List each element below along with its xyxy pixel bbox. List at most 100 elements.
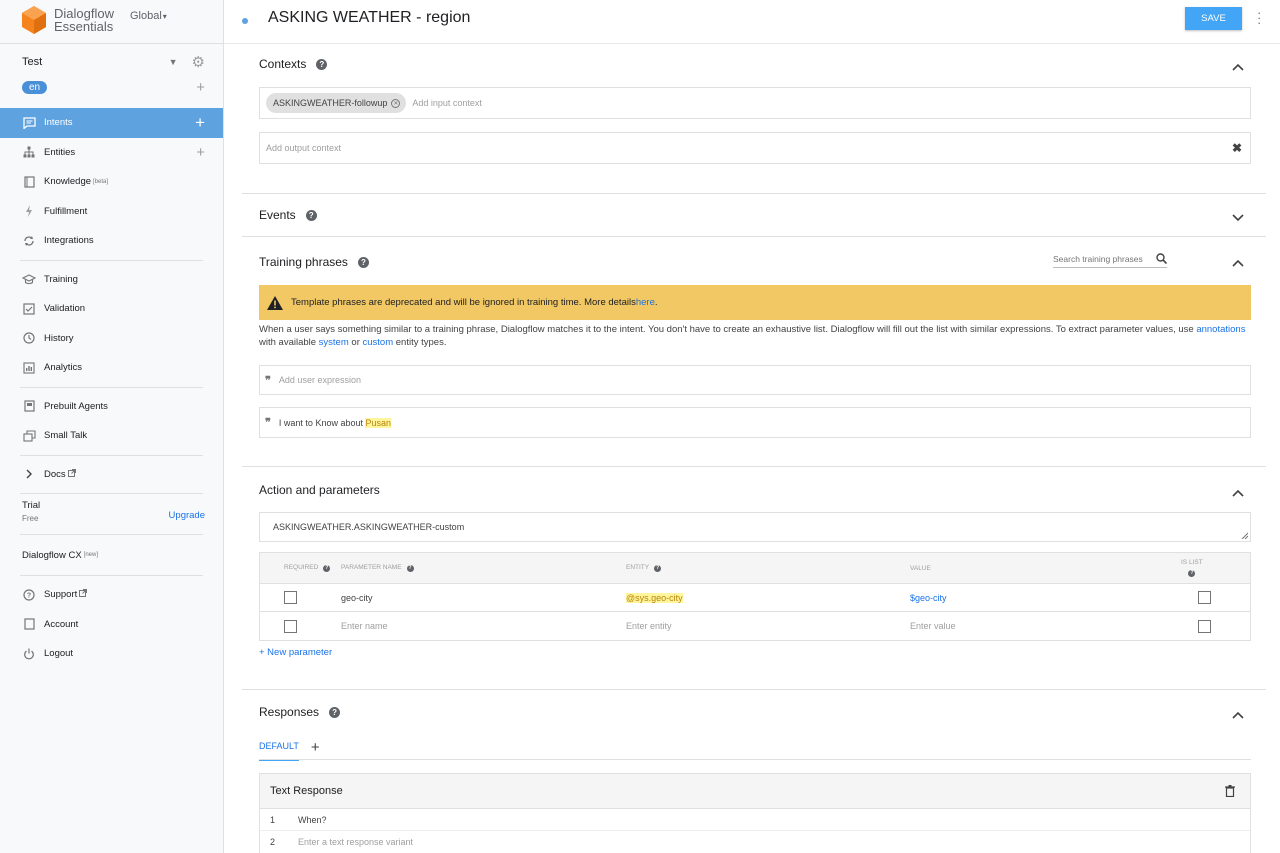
sync-icon xyxy=(22,234,36,248)
help-icon[interactable]: ? xyxy=(323,564,331,572)
sidebar-item-fulfillment[interactable]: Fulfillment xyxy=(0,197,223,227)
clear-icon[interactable]: ✖ xyxy=(1232,141,1242,155)
sidebar-item-support[interactable]: ? Support xyxy=(0,580,223,610)
sidebar-item-training[interactable]: Training xyxy=(0,265,223,295)
delete-icon[interactable] xyxy=(1225,785,1235,797)
parameter-value-input[interactable]: Enter value xyxy=(910,621,956,631)
response-variant-input[interactable]: Enter a text response variant xyxy=(298,837,413,847)
chevron-up-icon[interactable] xyxy=(1232,61,1244,73)
add-language-icon[interactable]: + xyxy=(196,79,205,96)
add-user-expression-input[interactable]: ❞ Add user expression xyxy=(259,365,1251,395)
sidebar-item-logout[interactable]: Logout xyxy=(0,639,223,669)
add-entity-icon[interactable]: + xyxy=(196,144,205,161)
response-variant-row[interactable]: 1 When? xyxy=(260,809,1250,831)
sidebar-item-docs[interactable]: Docs xyxy=(0,460,223,490)
entity-annotation[interactable]: Pusan xyxy=(365,417,392,428)
caret-down-icon: ▾ xyxy=(162,12,167,21)
hierarchy-icon xyxy=(22,145,36,159)
add-intent-icon[interactable]: + xyxy=(195,113,205,133)
details-link[interactable]: here xyxy=(636,297,655,308)
sidebar-item-history[interactable]: History xyxy=(0,324,223,354)
chevron-down-icon[interactable] xyxy=(1232,211,1244,223)
gear-icon[interactable]: ⚙ xyxy=(192,53,205,71)
region-selector[interactable]: Global▾ xyxy=(130,10,167,22)
more-vert-icon[interactable]: · · · xyxy=(1257,6,1261,29)
chat-bubble-icon xyxy=(22,116,36,130)
help-icon[interactable]: ? xyxy=(406,564,414,572)
input-context-field[interactable]: ASKINGWEATHER-followup ✕ Add input conte… xyxy=(259,87,1251,119)
account-box-icon xyxy=(22,617,36,631)
help-icon[interactable]: ? xyxy=(329,706,341,718)
column-value: VALUE xyxy=(910,564,931,572)
upgrade-link[interactable]: Upgrade xyxy=(169,510,205,521)
sidebar-item-prebuilt-agents[interactable]: Prebuilt Agents xyxy=(0,392,223,422)
required-checkbox[interactable] xyxy=(284,591,297,604)
search-icon[interactable] xyxy=(1156,253,1167,264)
help-icon[interactable]: ? xyxy=(316,58,328,70)
resize-handle-icon[interactable] xyxy=(1241,532,1248,539)
training-phrases-header[interactable]: Training phrases? xyxy=(259,255,369,269)
intent-title[interactable]: ASKING WEATHER - region xyxy=(268,9,470,27)
topbar: ASKING WEATHER - region xyxy=(224,0,1280,44)
column-is-list: IS LIST? xyxy=(1181,559,1203,577)
annotations-link[interactable]: annotations xyxy=(1196,324,1245,335)
table-header-row: REQUIRED? PARAMETER NAME? ENTITY? VALUE … xyxy=(260,553,1250,584)
sidebar-item-account[interactable]: Account xyxy=(0,610,223,640)
required-checkbox[interactable] xyxy=(284,619,297,633)
help-circle-icon: ? xyxy=(22,588,36,602)
contexts-section: Contexts? ASKINGWEATHER-followup ✕ Add i… xyxy=(242,44,1266,194)
help-icon[interactable]: ? xyxy=(654,564,662,572)
help-icon[interactable]: ? xyxy=(1188,569,1196,577)
help-icon[interactable]: ? xyxy=(305,209,317,221)
caret-down-icon[interactable]: ▼ xyxy=(169,57,178,67)
system-link[interactable]: system xyxy=(319,337,349,348)
sidebar-item-entities[interactable]: Entities + xyxy=(0,138,223,168)
events-header[interactable]: Events? xyxy=(259,208,317,222)
input-context-chip[interactable]: ASKINGWEATHER-followup ✕ xyxy=(266,93,407,113)
search-training-phrases-input[interactable]: Search training phrases xyxy=(1053,253,1167,268)
power-icon xyxy=(22,647,36,661)
text-response-header: Text Response xyxy=(260,774,1250,809)
output-context-field[interactable]: Add output context ✖ xyxy=(259,132,1251,164)
sidebar-item-integrations[interactable]: Integrations xyxy=(0,226,223,256)
responses-header[interactable]: Responses? xyxy=(259,705,341,719)
contexts-header[interactable]: Contexts? xyxy=(259,57,328,71)
new-parameter-link[interactable]: + New parameter xyxy=(259,647,332,658)
chevron-up-icon[interactable] xyxy=(1232,257,1244,269)
agent-selector[interactable]: Test ▼ ⚙ xyxy=(0,47,223,77)
parameter-value[interactable]: $geo-city xyxy=(910,593,947,603)
sidebar-item-analytics[interactable]: Analytics xyxy=(0,353,223,383)
output-context-placeholder: Add output context xyxy=(266,143,342,153)
action-parameters-header[interactable]: Action and parameters xyxy=(259,483,380,497)
parameter-name[interactable]: geo-city xyxy=(341,593,373,603)
sidebar-item-small-talk[interactable]: Small Talk xyxy=(0,421,223,451)
response-text[interactable]: When? xyxy=(298,815,327,825)
save-button[interactable]: SAVE xyxy=(1185,7,1242,30)
sidebar-item-validation[interactable]: Validation xyxy=(0,294,223,324)
is-list-checkbox[interactable] xyxy=(1198,619,1211,633)
parameter-entity-input[interactable]: Enter entity xyxy=(626,621,672,631)
response-tabs: DEFAULT + xyxy=(259,739,320,761)
custom-link[interactable]: custom xyxy=(363,337,394,348)
parameter-entity[interactable]: @sys.geo-city xyxy=(626,592,683,603)
deprecation-banner: Template phrases are deprecated and will… xyxy=(259,285,1251,320)
sidebar-item-knowledge[interactable]: Knowledge [beta] xyxy=(0,167,223,197)
language-chip[interactable]: en xyxy=(22,80,48,94)
is-list-checkbox[interactable] xyxy=(1198,591,1211,604)
chevron-up-icon[interactable] xyxy=(1232,709,1244,721)
agent-box-icon xyxy=(22,399,36,413)
tab-default[interactable]: DEFAULT xyxy=(259,741,299,761)
divider xyxy=(20,386,203,388)
action-name-input[interactable]: ASKINGWEATHER.ASKINGWEATHER-custom xyxy=(259,512,1251,542)
help-icon[interactable]: ? xyxy=(357,256,369,268)
remove-chip-icon[interactable]: ✕ xyxy=(391,98,401,108)
sidebar-item-intents[interactable]: Intents + xyxy=(0,108,223,138)
clock-icon xyxy=(22,331,36,345)
response-variant-row[interactable]: 2 Enter a text response variant xyxy=(260,831,1250,853)
add-tab-icon[interactable]: + xyxy=(311,739,320,756)
parameters-table: REQUIRED? PARAMETER NAME? ENTITY? VALUE … xyxy=(259,552,1251,641)
training-phrase-row[interactable]: ❞ I want to Know about Pusan xyxy=(259,407,1251,438)
chevron-up-icon[interactable] xyxy=(1232,487,1244,499)
sidebar-item-dialogflow-cx[interactable]: Dialogflow CX [new] xyxy=(0,539,223,571)
parameter-name-input[interactable]: Enter name xyxy=(341,621,388,631)
